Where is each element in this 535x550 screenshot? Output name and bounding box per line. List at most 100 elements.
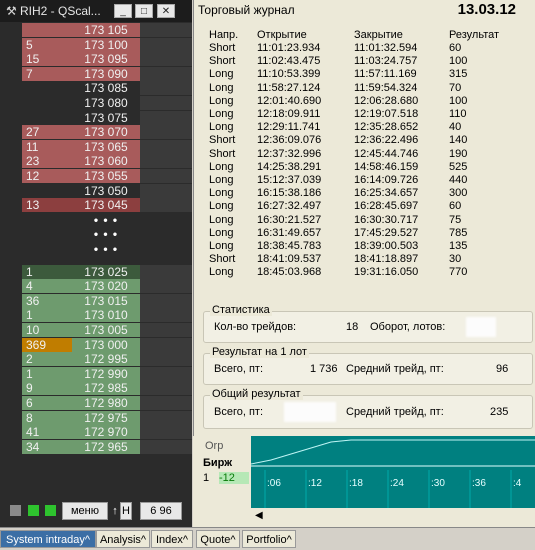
book-row[interactable]: 13 173 045	[0, 198, 192, 213]
scroll-left-icon[interactable]: ◀	[255, 510, 263, 521]
book-price: 173 055	[72, 169, 140, 183]
tab-system-intraday[interactable]: System intraday^	[0, 530, 96, 548]
book-row[interactable]: 11 173 065	[0, 139, 192, 154]
trade-open-time: 12:36:09.076	[257, 134, 322, 147]
book-row[interactable]: 23 173 060	[0, 154, 192, 169]
status-square-green[interactable]	[28, 505, 39, 516]
book-row[interactable]: 173 085	[0, 81, 192, 96]
trade-row[interactable]: Long 18:38:45.783 18:39:00.503 135	[194, 240, 535, 253]
book-row[interactable]: 173 050	[0, 183, 192, 198]
tab-portfolio[interactable]: Portfolio^	[242, 530, 296, 548]
tab-analysis[interactable]: Analysis^	[96, 530, 150, 548]
order-book[interactable]: 173 105 5 173 100 15 173 095 7 173 090 173 085 1…	[0, 22, 192, 497]
book-row[interactable]: 36 173 015	[0, 293, 192, 308]
book-row[interactable]: 8 172 975	[0, 410, 192, 425]
per-lot-avg-label: Средний трейд, пт:	[346, 363, 444, 375]
book-empty-cell	[140, 381, 192, 396]
book-gutter	[0, 381, 22, 396]
book-row[interactable]: 27 173 070	[0, 125, 192, 140]
book-price: 173 100	[72, 37, 140, 52]
book-row[interactable]: 369 173 000	[0, 337, 192, 352]
book-row[interactable]: 15 173 095	[0, 52, 192, 67]
trade-direction: Long	[209, 240, 234, 252]
book-empty-cell	[140, 293, 192, 308]
trade-row[interactable]: Long 16:31:49.657 17:45:29.527 785	[194, 227, 535, 240]
trade-row[interactable]: Short 11:02:43.475 11:03:24.757 100	[194, 55, 535, 68]
book-price: 173 090	[72, 66, 140, 81]
volume-field[interactable]: 6 96	[140, 502, 182, 520]
book-gutter	[0, 425, 22, 440]
book-row[interactable]: 12 173 055	[0, 169, 192, 183]
book-gap-dots: • • •	[93, 212, 119, 227]
book-row[interactable]: 1 172 990	[0, 366, 192, 381]
trade-row[interactable]: Short 12:36:09.076 12:36:22.496 140	[194, 134, 535, 147]
qscalp-title: RIH2 - QScal...	[20, 4, 101, 18]
book-gutter	[0, 52, 22, 67]
trade-direction: Long	[209, 226, 234, 239]
trade-row[interactable]: Long 16:15:38.186 16:25:34.657 300	[194, 187, 535, 200]
tab-index[interactable]: Index^	[151, 530, 193, 548]
book-row[interactable]: 9 172 985	[0, 381, 192, 396]
mini-tab-label[interactable]: Orp	[205, 440, 223, 452]
status-square-gray[interactable]	[10, 505, 21, 516]
maximize-button[interactable]: □	[135, 4, 153, 18]
book-row[interactable]: 173 105	[0, 23, 192, 37]
trade-row[interactable]: Long 11:10:53.399 11:57:11.169 315	[194, 68, 535, 81]
trade-row[interactable]: Long 16:30:21.527 16:30:30.717 75	[194, 214, 535, 227]
book-row[interactable]: 6 172 980	[0, 396, 192, 410]
minimize-button[interactable]: _	[114, 4, 132, 18]
book-row[interactable]: 173 075	[0, 110, 192, 125]
trade-direction: Short	[209, 253, 236, 266]
book-row[interactable]: 41 172 970	[0, 425, 192, 440]
trade-row[interactable]: Long 18:45:03.968 19:31:16.050 770	[194, 266, 535, 279]
trade-row[interactable]: Short 12:37:32.996 12:45:44.746 190	[194, 148, 535, 161]
trade-row[interactable]: Long 12:01:40.690 12:06:28.680 100	[194, 95, 535, 108]
trade-row[interactable]: Long 14:25:38.291 14:58:46.159 525	[194, 161, 535, 174]
trade-row[interactable]: Long 15:12:37.039 16:14:09.726 440	[194, 174, 535, 187]
book-price: 172 975	[72, 410, 140, 425]
header-direction: Напр.	[209, 29, 239, 41]
close-button[interactable]: ✕	[157, 4, 175, 18]
qscalp-titlebar[interactable]: ⚒ RIH2 - QScal... _ □ ✕	[0, 0, 192, 22]
book-row[interactable]: 7 173 090	[0, 66, 192, 81]
book-empty-cell	[140, 154, 192, 169]
book-row[interactable]: 5 173 100	[0, 37, 192, 52]
book-row[interactable]: 34 172 965	[0, 439, 192, 454]
trade-row[interactable]: Short 11:01:23.934 11:01:32.594 60	[194, 42, 535, 55]
trade-direction: Long	[209, 121, 234, 134]
trade-row[interactable]: Short 18:41:09.537 18:41:18.897 30	[194, 253, 535, 266]
book-gutter	[0, 96, 22, 110]
trade-row[interactable]: Long 16:27:32.497 16:28:45.697 60	[194, 200, 535, 213]
qscalp-window: ⚒ RIH2 - QScal... _ □ ✕ 173 105 5 173 100 1…	[0, 0, 192, 527]
trade-result: 100	[449, 55, 468, 68]
status-square-green-2[interactable]	[45, 505, 56, 516]
book-row[interactable]: 1 173 025	[0, 264, 192, 279]
mini-chart[interactable]: :06:12:18:24:30:36:4	[250, 436, 535, 508]
menu-button[interactable]: меню	[62, 502, 108, 520]
book-gutter	[0, 169, 22, 183]
book-row[interactable]: 2 172 995	[0, 352, 192, 367]
book-row[interactable]: 173 080	[0, 96, 192, 110]
book-empty-cell	[140, 23, 192, 37]
book-row[interactable]: 10 173 005	[0, 323, 192, 337]
trade-journal-window: Торговый журнал 13.03.12 Напр. Открытие …	[193, 0, 535, 436]
book-row[interactable]: 4 173 020	[0, 279, 192, 294]
trade-row[interactable]: Long 12:18:09.911 12:19:07.518 110	[194, 108, 535, 121]
journal-titlebar[interactable]: Торговый журнал 13.03.12	[194, 0, 535, 22]
tab-quote[interactable]: Quote^	[196, 530, 240, 548]
trade-row[interactable]: Long 11:58:27.124 11:59:54.324 70	[194, 82, 535, 95]
trade-result: 770	[449, 266, 468, 279]
chart-tick-label: :4	[513, 478, 522, 489]
mini-row-value[interactable]: -12	[219, 472, 249, 484]
trade-open-time: 16:27:32.497	[257, 200, 322, 213]
book-empty-cell	[140, 366, 192, 381]
h-button[interactable]: H	[120, 502, 132, 520]
trade-direction: Short	[209, 147, 236, 160]
trade-result: 40	[449, 121, 462, 134]
book-price: 173 015	[72, 293, 140, 308]
book-row[interactable]: 1 173 010	[0, 308, 192, 323]
book-gutter	[0, 396, 22, 410]
chart-scrollbar[interactable]: ◀	[251, 508, 535, 527]
book-gutter	[0, 323, 22, 337]
trade-row[interactable]: Long 12:29:11.741 12:35:28.652 40	[194, 121, 535, 134]
